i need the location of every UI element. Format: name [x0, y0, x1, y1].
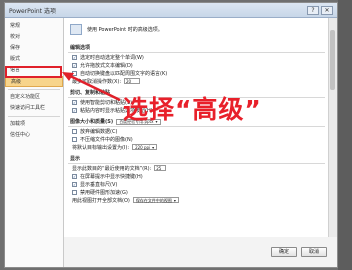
annotation-text: 选择“高级”: [123, 95, 262, 124]
annotation-arrow-icon: [62, 72, 121, 102]
